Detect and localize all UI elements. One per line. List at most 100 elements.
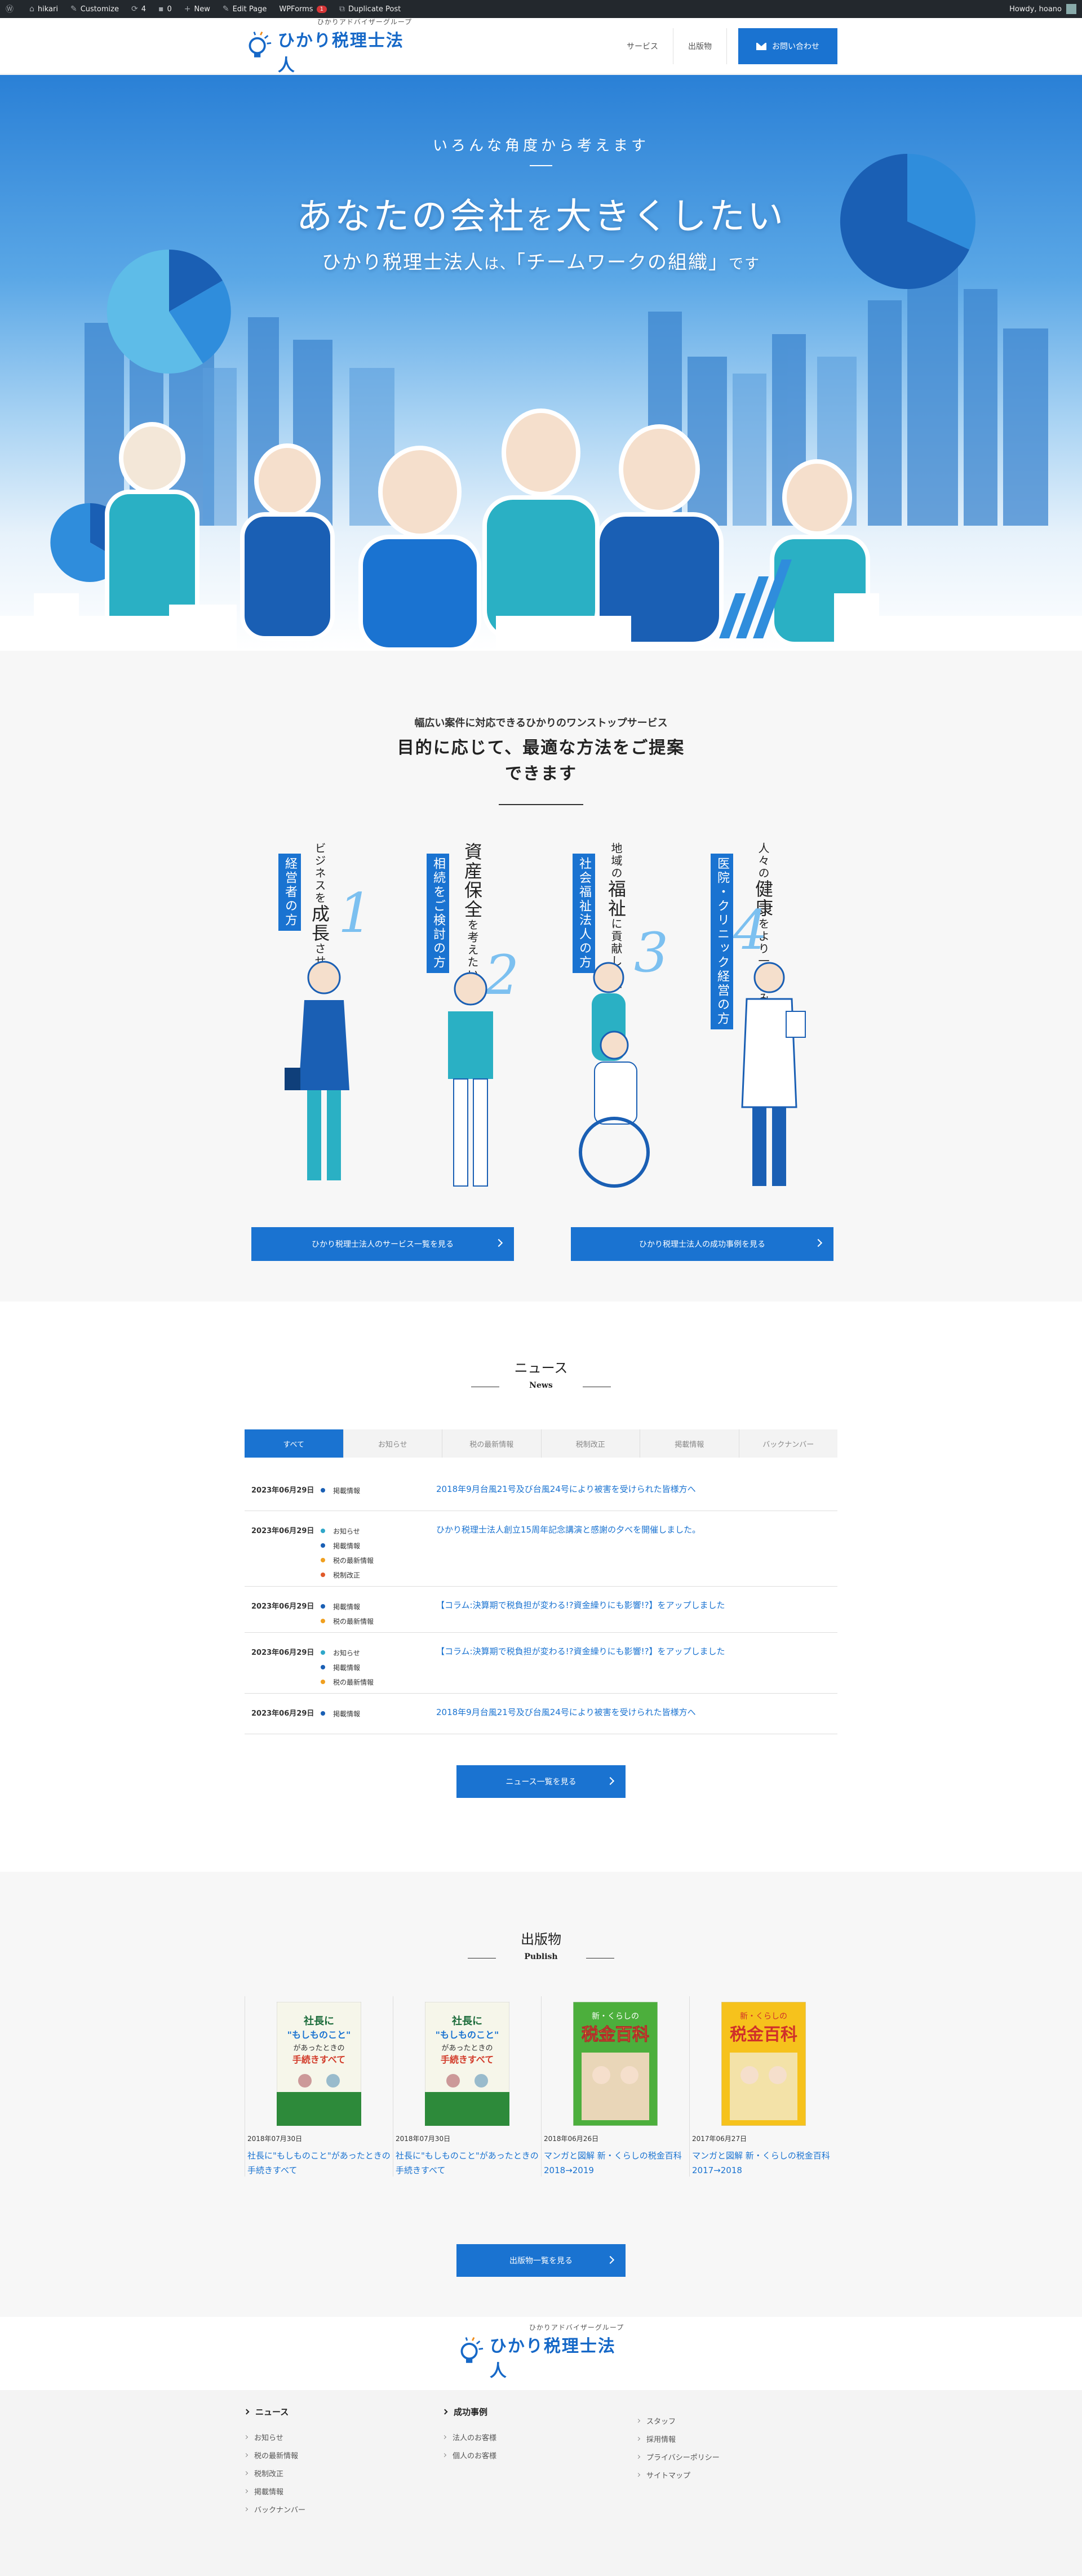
news-row[interactable]: 2023年06月29日 掲載情報 税の最新情報 【コラム:決算期で税負担が変わる!?資… [245, 1587, 837, 1633]
news-title-link[interactable]: ひかり税理士法人創立15周年記念講演と感謝の夕べを開催しました。 [436, 1524, 700, 1535]
footer-link[interactable]: 法人のお客様 [442, 2428, 496, 2446]
admin-edit-page-link[interactable]: ✎ Edit Page [223, 5, 267, 14]
admin-duplicate-link[interactable]: ⧉ Duplicate Post [339, 5, 401, 14]
footer-link[interactable]: スタッフ [636, 2411, 720, 2430]
news-tabs: すべて お知らせ 税の最新情報 税制改正 掲載情報 バックナンバー [245, 1429, 837, 1458]
service-card-2[interactable]: 相続をご検討の方 資産保全を考えたい 2 [420, 842, 561, 1203]
svg-text:税金百科: 税金百科 [730, 2025, 797, 2045]
admin-site-link[interactable]: ⌂ hikari [29, 5, 58, 14]
service-number: 4 [733, 899, 768, 962]
publish-card[interactable]: 新・くらしの 税金百科 2017年06月27日 マンガと図解 新・くらしの税金百… [689, 1996, 837, 2177]
admin-updates-link[interactable]: ⟳ 4 [131, 5, 146, 14]
tab-all[interactable]: すべて [245, 1429, 344, 1458]
news-title-link[interactable]: 2018年9月台風21号及び台風24号により被害を受けられた皆様方へ [436, 1483, 696, 1495]
footer-cases-heading[interactable]: 成功事例 [442, 2406, 496, 2418]
doctor-illustration [741, 962, 806, 1186]
footer-news-heading[interactable]: ニュース [243, 2406, 305, 2418]
service-card-1[interactable]: 経営者の方 ビジネスを成長させたい 1 [276, 842, 417, 1203]
category-dot-icon [321, 1529, 325, 1533]
category-dot-icon [321, 1665, 325, 1669]
footer-link[interactable]: 税の最新情報 [243, 2446, 305, 2464]
logo-name: ひかり税理士法人 [277, 30, 404, 75]
tab-tax-latest[interactable]: 税の最新情報 [442, 1429, 542, 1458]
footer-link[interactable]: 個人のお客様 [442, 2446, 496, 2464]
cases-list-button[interactable]: ひかり税理士法人の成功事例を見る [571, 1227, 833, 1261]
admin-customize-link[interactable]: ✎ Customize [70, 5, 119, 14]
admin-wpforms-link[interactable]: WPForms 1 [279, 5, 327, 14]
chevron-right-icon [442, 2409, 448, 2415]
services-list-button[interactable]: ひかり税理士法人のサービス一覧を見る [251, 1227, 514, 1261]
service-tag: 相続をご検討の方 [427, 854, 449, 973]
publish-more-button[interactable]: 出版物一覧を見る [456, 2244, 626, 2277]
service-card-3[interactable]: 社会福祉法人の方 地域の福祉に貢献したい 3 [564, 842, 704, 1203]
publish-date: 2018年07月30日 [247, 2135, 303, 2143]
mail-icon [756, 42, 766, 50]
footer-link[interactable]: サイトマップ [636, 2466, 720, 2484]
publish-card[interactable]: 新・くらしの 税金百科 2018年06月26日 マンガと図解 新・くらしの税金百… [541, 1996, 689, 2177]
wordpress-logo-icon[interactable]: Ⓦ [6, 3, 17, 15]
category-dot-icon [321, 1573, 325, 1577]
admin-comments-link[interactable]: ▪ 0 [158, 5, 172, 14]
news-row[interactable]: 2023年06月29日 掲載情報 2018年9月台風21号及び台風24号により被害を… [245, 1694, 837, 1734]
footer-link[interactable]: 採用情報 [636, 2430, 720, 2448]
admin-bar: Ⓦ ⌂ hikari ✎ Customize ⟳ 4 ▪ 0 + New ✎ Edit Pa… [0, 0, 1082, 18]
plus-icon: + [184, 5, 191, 14]
tab-media[interactable]: 掲載情報 [640, 1429, 739, 1458]
news-date: 2023年06月29日 [251, 1486, 314, 1495]
admin-account[interactable]: Howdy, hoano [1009, 4, 1076, 14]
nav-item-publish[interactable]: 出版物 [673, 28, 727, 64]
tab-tax-reform[interactable]: 税制改正 [542, 1429, 640, 1458]
logo-bulb-icon [460, 2337, 484, 2363]
footer-link[interactable]: プライバシーポリシー [636, 2448, 720, 2466]
news-categories: お知らせ 掲載情報 税の最新情報 税制改正 [321, 1524, 374, 1582]
news-category: 税の最新情報 [321, 1675, 374, 1689]
news-row[interactable]: 2023年06月29日 掲載情報 2018年9月台風21号及び台風24号により被害を… [245, 1471, 837, 1511]
footer-link[interactable]: バックナンバー [243, 2500, 305, 2518]
logo-subtitle: ひかりアドバイザーグループ [317, 17, 413, 26]
news-more-button[interactable]: ニュース一覧を見る [456, 1765, 626, 1798]
chevron-right-icon [243, 2435, 249, 2439]
updates-icon: ⟳ [131, 5, 138, 14]
footer-col-news: ニュース お知らせ 税の最新情報 税制改正 掲載情報 バックナンバー [243, 2406, 305, 2518]
service-card-4[interactable]: 医院・クリニック経営の方 人々の健康をより一層育みたい 4 [707, 842, 848, 1203]
chevron-right-icon [606, 2255, 615, 2264]
footer-link[interactable]: 税制改正 [243, 2464, 305, 2482]
hero-divider [530, 165, 552, 166]
news-title-link[interactable]: 【コラム:決算期で税負担が変わる!?資金繰りにも影響!?】をアップしました [436, 1599, 725, 1611]
tab-backnumber[interactable]: バックナンバー [739, 1429, 838, 1458]
duplicate-icon: ⧉ [339, 5, 345, 14]
hero-title: あなたの会社を大きくしたい [296, 196, 786, 238]
site-logo[interactable]: ひかりアドバイザーグループ ひかり税理士法人 [245, 18, 414, 75]
news-row[interactable]: 2023年06月29日 お知らせ 掲載情報 税の最新情報 【コラム:決算期で税負担が変わ… [245, 1633, 837, 1694]
chevron-right-icon [636, 2436, 641, 2441]
footer-link[interactable]: お知らせ [243, 2428, 305, 2446]
service-tag: 経営者の方 [278, 854, 301, 931]
publish-title-link[interactable]: 社長に"もしものこと"があったときの手続きすべて [245, 2148, 393, 2178]
category-dot-icon [321, 1711, 325, 1716]
services-divider [499, 804, 583, 805]
news-title-link[interactable]: 2018年9月台風21号及び台風24号により被害を受けられた皆様方へ [436, 1706, 696, 1718]
businessman-illustration [285, 961, 349, 1180]
publish-card[interactable]: 社長に "もしものこと" があったときの 手続きすべて 2018年07月30日 … [245, 1996, 392, 2177]
news-category: 掲載情報 [321, 1706, 360, 1721]
chevron-right-icon [243, 2453, 249, 2457]
news-category: 掲載情報 [321, 1538, 374, 1553]
news-row[interactable]: 2023年06月29日 お知らせ 掲載情報 税の最新情報 税制改正 ひかり税理士法人創立1… [245, 1511, 837, 1587]
footer-logo[interactable]: ひかりアドバイザーグループ ひかり税理士法人 [456, 2324, 626, 2381]
footer-link[interactable]: 掲載情報 [243, 2482, 305, 2500]
publish-title-link[interactable]: 社長に"もしものこと"があったときの手続きすべて [393, 2148, 541, 2178]
publish-title-link[interactable]: マンガと図解 新・くらしの税金百科 2018→2019 [542, 2148, 689, 2178]
hero-section: いろんな角度から考えます あなたの会社を大きくしたい ひかり税理士法人は、「チー… [0, 75, 1082, 651]
news-title-link[interactable]: 【コラム:決算期で税負担が変わる!?資金繰りにも影響!?】をアップしました [436, 1645, 725, 1657]
tab-notice[interactable]: お知らせ [344, 1429, 442, 1458]
admin-new-link[interactable]: + New [184, 5, 210, 14]
publish-card[interactable]: 社長に "もしものこと" があったときの 手続きすべて 2018年07月30日 … [393, 1996, 540, 2177]
news-category: お知らせ [321, 1524, 374, 1538]
contact-button[interactable]: お問い合わせ [738, 28, 837, 64]
service-text: 資産保全を考えたい [462, 842, 483, 981]
brush-icon: ✎ [70, 5, 77, 14]
publish-title-link[interactable]: マンガと図解 新・くらしの税金百科 2017→2018 [690, 2148, 837, 2178]
services-title: 目的に応じて、最適な方法をご提案 できます [397, 738, 685, 784]
nav-item-services[interactable]: サービス [612, 28, 673, 64]
svg-text:があったときの: があったときの [293, 2044, 344, 2053]
